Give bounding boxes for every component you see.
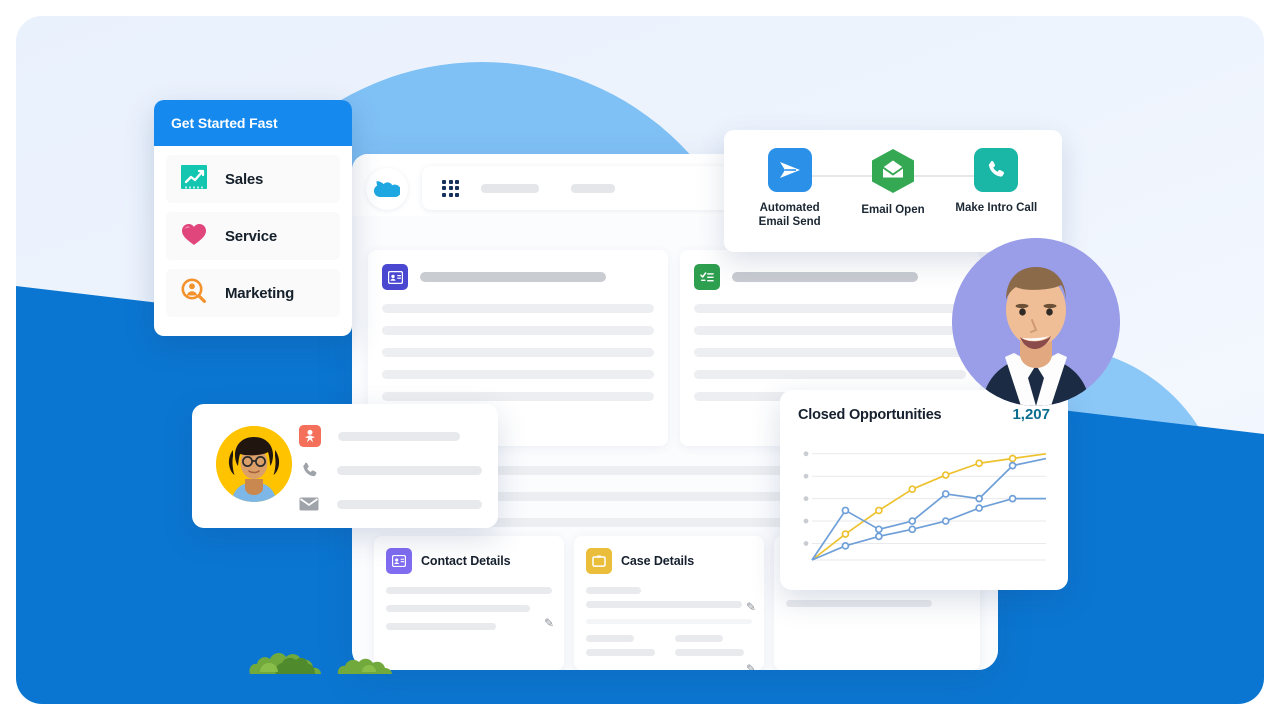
- panel-header: [368, 250, 668, 290]
- get-started-item-marketing[interactable]: Marketing: [166, 269, 340, 317]
- workflow-step-email-open[interactable]: Email Open: [847, 148, 939, 217]
- heart-icon: [179, 219, 209, 254]
- panel-content-lines: [368, 290, 668, 401]
- person-badge-icon: [296, 425, 324, 447]
- panel-title-placeholder: [420, 272, 606, 282]
- woman-avatar-photo: [216, 426, 292, 502]
- card-header: Case Details: [574, 536, 764, 574]
- panel-header: [680, 250, 980, 290]
- nav-placeholder-2: [571, 183, 615, 193]
- pencil-icon[interactable]: ✎: [544, 616, 554, 630]
- chart-value: 1,207: [1012, 406, 1050, 423]
- card-header: Contact Details: [374, 536, 564, 574]
- contact-row-phone[interactable]: [296, 454, 482, 486]
- get-started-item-service[interactable]: Service: [166, 212, 340, 260]
- workflow-step-make-intro-call[interactable]: Make Intro Call: [950, 148, 1042, 215]
- chart-title: Closed Opportunities: [798, 407, 942, 423]
- get-started-item-label: Service: [225, 227, 277, 245]
- case-details-card[interactable]: Case Details ✎ ✎: [574, 536, 764, 670]
- card-title: Contact Details: [421, 554, 511, 568]
- get-started-fast-header: Get Started Fast: [154, 100, 352, 146]
- closed-opportunities-chart-card[interactable]: Closed Opportunities 1,207: [780, 390, 1068, 590]
- workflow-step-automated-email-send[interactable]: Automated Email Send: [744, 148, 836, 229]
- workflow-steps: Automated Email Send Email Open Make Int…: [724, 130, 1062, 252]
- contact-value-placeholder: [336, 465, 482, 475]
- phone-icon: [296, 461, 323, 480]
- contact-value-placeholder: [338, 431, 460, 441]
- paper-plane-icon: [767, 148, 812, 192]
- contact-summary-card[interactable]: [192, 404, 498, 528]
- contact-card-icon: [386, 548, 412, 574]
- contact-card-icon: [382, 264, 408, 290]
- case-folder-icon: [586, 548, 612, 574]
- get-started-item-label: Sales: [225, 170, 264, 188]
- chart-plot-area: [798, 436, 1050, 566]
- workflow-step-label: Automated Email Send: [758, 202, 821, 228]
- sales-chart-icon: [179, 162, 209, 197]
- contact-row-person[interactable]: [296, 420, 482, 452]
- panel-content-lines: [680, 290, 980, 401]
- get-started-item-sales[interactable]: Sales: [166, 155, 340, 203]
- illustration-stage: Contact Details ✎ Case Details ✎ ✎ Get S…: [16, 16, 1264, 704]
- envelope-icon: [296, 496, 323, 512]
- nav-placeholder-1: [481, 183, 539, 193]
- pencil-icon[interactable]: ✎: [746, 600, 756, 614]
- bush-illustration: [249, 653, 392, 674]
- card-content-lines: ✎ ✎: [574, 574, 764, 670]
- get-started-fast-card[interactable]: Get Started Fast Sales Service Marketing: [154, 100, 352, 336]
- chart-header: Closed Opportunities 1,207: [798, 406, 1050, 423]
- card-title: Case Details: [621, 554, 695, 568]
- contact-field-rows: [296, 420, 482, 522]
- task-list-icon: [694, 264, 720, 290]
- man-avatar-photo: [952, 238, 1120, 406]
- workflow-card[interactable]: Automated Email Send Email Open Make Int…: [724, 130, 1062, 252]
- app-launcher-waffle-icon[interactable]: [442, 179, 459, 197]
- open-envelope-icon: [869, 148, 917, 194]
- workflow-step-label: Make Intro Call: [955, 202, 1038, 214]
- chart-svg: [803, 451, 1047, 561]
- pencil-icon[interactable]: ✎: [746, 662, 756, 670]
- get-started-item-label: Marketing: [225, 284, 295, 302]
- panel-title-placeholder: [732, 272, 918, 282]
- salesforce-cloud-icon[interactable]: [366, 168, 408, 210]
- workflow-step-label: Email Open: [861, 204, 925, 216]
- magnifier-person-icon: [179, 276, 209, 311]
- contact-value-placeholder: [336, 499, 482, 509]
- contact-row-email[interactable]: [296, 488, 482, 520]
- card-content-lines: ✎: [374, 574, 564, 630]
- phone-icon: [974, 148, 1019, 192]
